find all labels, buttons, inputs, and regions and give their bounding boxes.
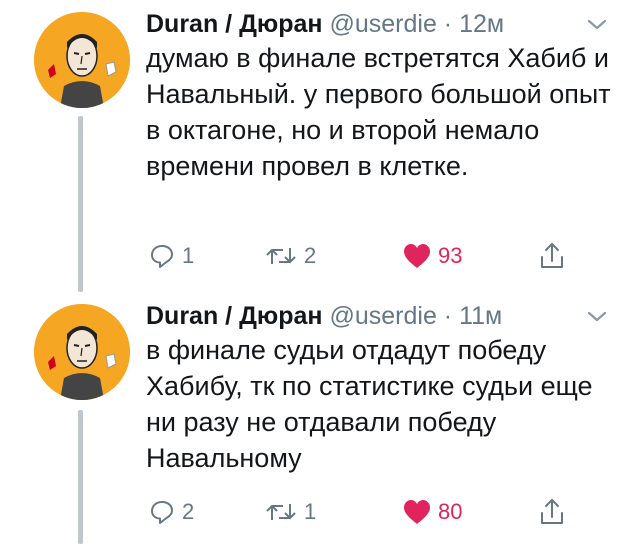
tweet-actions: 2 1 80 <box>146 496 626 528</box>
tweet[interactable]: Duran / Дюран @userdie · 11м в финале су… <box>0 292 640 544</box>
avatar-illustration <box>34 12 130 108</box>
retweet-count: 1 <box>304 499 317 524</box>
tweet-text: думаю в финале встретятся Хабиб и Наваль… <box>146 43 611 181</box>
share-icon <box>541 243 563 268</box>
thread-connector <box>78 410 83 544</box>
retweet-icon <box>266 504 296 520</box>
timestamp[interactable]: 11м <box>459 302 502 330</box>
avatar-illustration <box>34 304 130 400</box>
like-button[interactable]: 80 <box>402 496 462 528</box>
tweet-text: в финале судьи отдадут победу Хабибу, тк… <box>146 335 593 473</box>
reply-button[interactable]: 1 <box>148 240 194 272</box>
author-handle[interactable]: @userdie <box>329 302 436 330</box>
avatar[interactable] <box>34 12 130 108</box>
like-count: 93 <box>438 243 463 268</box>
chevron-down-icon[interactable] <box>584 14 610 34</box>
dot-separator: · <box>443 10 453 38</box>
reply-count: 1 <box>182 243 195 268</box>
heart-icon <box>404 244 430 268</box>
dot-separator: · <box>443 302 453 330</box>
share-button[interactable] <box>538 240 566 272</box>
retweet-count: 2 <box>304 243 317 268</box>
tweet-header: Duran / Дюран @userdie · 11м <box>146 298 502 334</box>
avatar[interactable] <box>34 304 130 400</box>
tweet[interactable]: Duran / Дюран @userdie · 12м думаю в фин… <box>0 0 640 292</box>
like-count: 80 <box>438 499 463 524</box>
chevron-down-icon[interactable] <box>584 306 610 326</box>
reply-icon <box>151 245 173 268</box>
tweet-actions: 1 2 93 <box>146 240 626 272</box>
reply-count: 2 <box>182 499 195 524</box>
retweet-icon <box>266 248 296 264</box>
reply-icon <box>151 501 173 524</box>
reply-button[interactable]: 2 <box>148 496 194 528</box>
heart-icon <box>404 500 430 524</box>
retweet-button[interactable]: 1 <box>264 496 316 528</box>
thread-connector <box>78 116 83 292</box>
tweet-header: Duran / Дюран @userdie · 12м <box>146 6 504 42</box>
author-name[interactable]: Duran / Дюран <box>146 302 323 330</box>
like-button[interactable]: 93 <box>402 240 462 272</box>
share-icon <box>541 499 563 524</box>
author-handle[interactable]: @userdie <box>329 10 436 38</box>
retweet-button[interactable]: 2 <box>264 240 316 272</box>
share-button[interactable] <box>538 496 566 528</box>
timestamp[interactable]: 12м <box>459 10 504 38</box>
author-name[interactable]: Duran / Дюран <box>146 10 323 38</box>
